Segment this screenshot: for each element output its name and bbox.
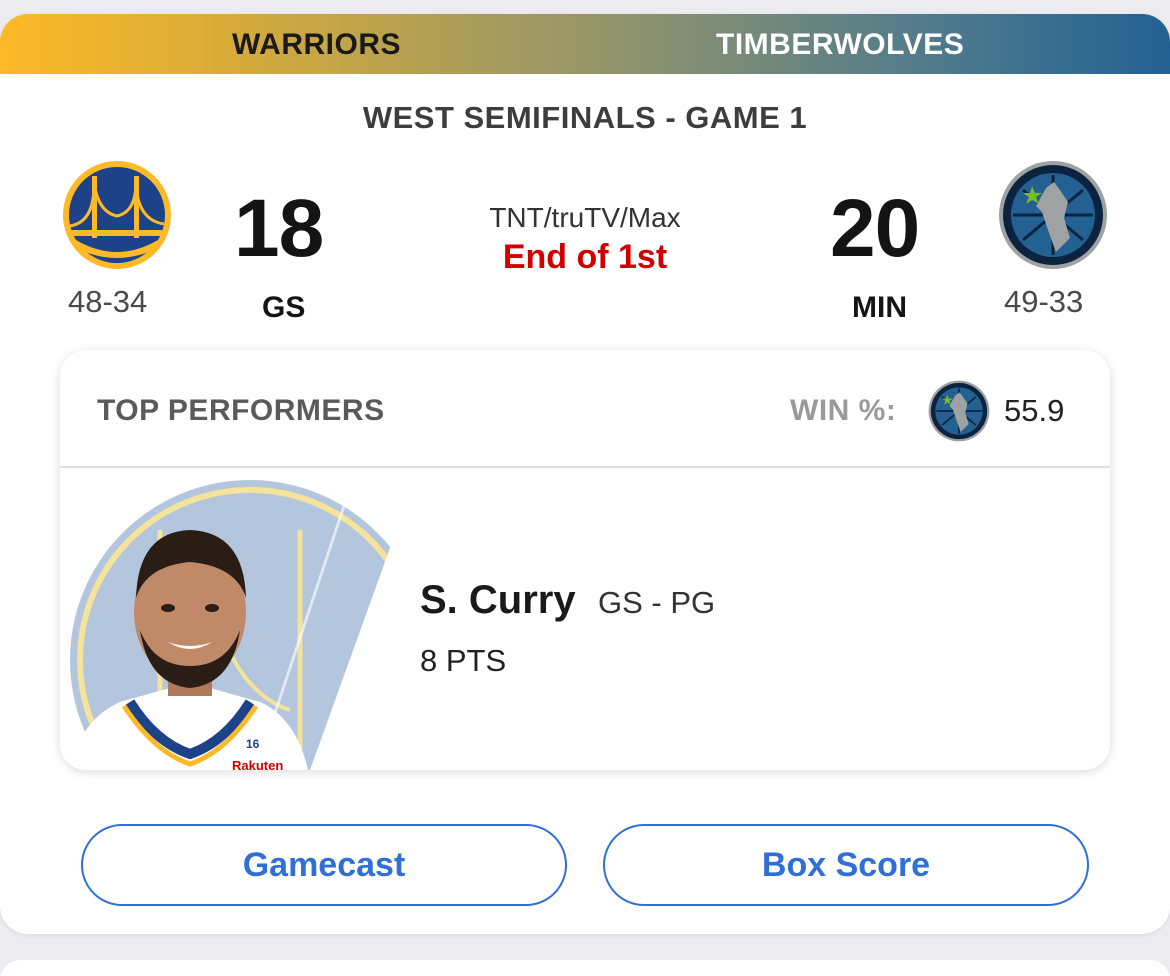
home-team-score: 18 [234,183,324,274]
game-card[interactable]: WARRIORS TIMBERWOLVES WEST SEMIFINALS - … [0,14,1170,934]
player-team-position: GS - PG [598,585,716,620]
timberwolves-logo-icon[interactable] [998,160,1108,270]
top-performers-header: TOP PERFORMERS WIN %: 55.9 [60,350,1110,468]
broadcast-network: TNT/truTV/Max [489,202,681,233]
home-team-abbr: GS [262,291,306,324]
jersey-number: 16 [246,737,260,751]
timberwolves-logo-icon [928,380,990,442]
gamecast-button[interactable]: Gamecast [81,824,567,906]
jersey-sponsor: Rakuten [232,758,283,770]
series-label: WEST SEMIFINALS - GAME 1 [362,100,808,135]
top-performers-panel[interactable]: TOP PERFORMERS WIN %: 55.9 16 Rakuten S.… [60,350,1110,770]
player-headshot: 16 Rakuten [60,470,418,770]
warriors-logo-icon[interactable] [62,160,172,270]
away-team-name: TIMBERWOLVES [716,28,965,61]
win-probability-value: 55.9 [1004,393,1065,428]
away-team-record: 49-33 [1004,284,1084,319]
top-performer-row[interactable]: 16 Rakuten S. Curry GS - PG 8 PTS [60,470,1110,770]
next-game-card[interactable] [0,960,1170,976]
game-status: End of 1st [502,238,668,276]
box-score-button[interactable]: Box Score [603,824,1089,906]
home-team-record: 48-34 [68,284,148,319]
away-team-score: 20 [830,183,920,274]
away-team-abbr: MIN [852,291,907,324]
win-probability-label: WIN %: [790,394,897,427]
top-performers-title: TOP PERFORMERS [97,394,385,427]
home-team-name: WARRIORS [232,28,401,61]
team-header-bar: WARRIORS TIMBERWOLVES [0,14,1170,74]
player-name[interactable]: S. Curry [420,578,576,623]
player-stat: 8 PTS [420,643,507,678]
